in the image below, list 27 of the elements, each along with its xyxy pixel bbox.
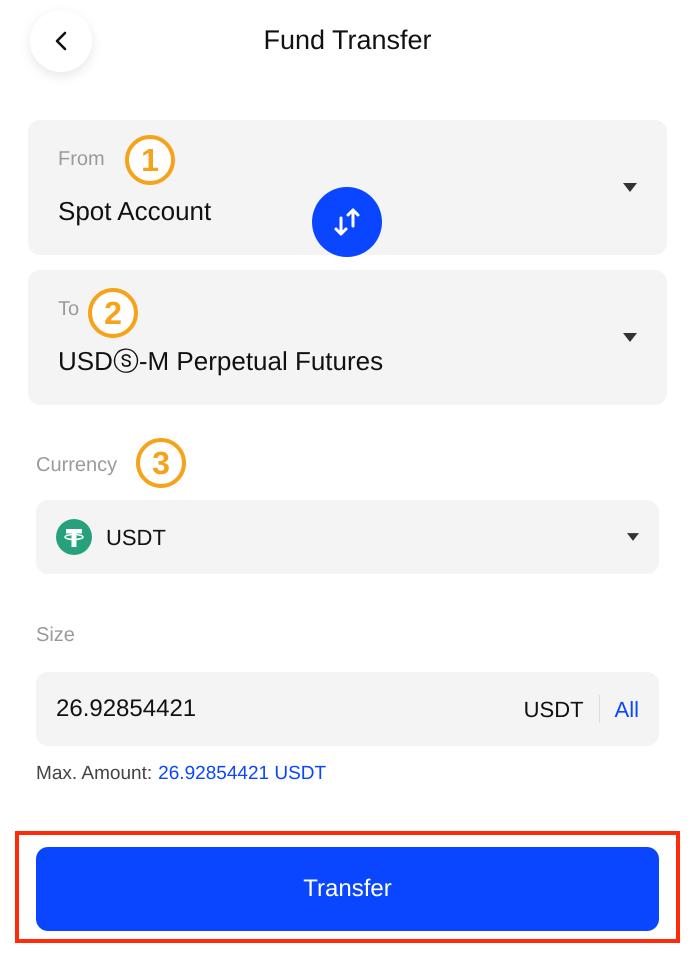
field-label: Size [36, 623, 76, 648]
amount-input[interactable]: 26.92854421 [56, 691, 524, 727]
account-name: USDⓢ-M Perpetual Futures [58, 345, 384, 378]
all-link[interactable]: All [614, 692, 639, 726]
back-icon [55, 31, 67, 51]
account-selector[interactable]: To USDⓢ-M Perpetual Futures 2 [28, 270, 667, 405]
amount-field[interactable]: 26.92854421 USDT All [36, 672, 659, 746]
dropdown-caret-icon [627, 533, 639, 541]
account-selector[interactable]: From Spot Account 1 [28, 120, 667, 255]
field-label: Currency [36, 454, 118, 476]
currency-selector[interactable]: USDT [36, 500, 659, 574]
step-number-badge: 3 [136, 438, 186, 488]
page-title: Fund Transfer [263, 24, 432, 57]
swap-arrows-icon [333, 206, 361, 238]
unit-label: USDT [524, 696, 584, 724]
dropdown-caret-icon [623, 333, 637, 342]
step-number-badge: 1 [125, 135, 175, 185]
field-label: To [58, 297, 80, 322]
field-label: From [58, 147, 105, 172]
max-amount-value: 26.92854421 USDT [158, 762, 326, 786]
dropdown-caret-icon [623, 183, 637, 192]
currency-name: USDT [106, 524, 167, 552]
account-name: Spot Account [58, 195, 212, 228]
step-number-badge: 2 [88, 288, 138, 338]
max-amount-label: Max. Amount: [36, 762, 152, 786]
coin-icon [56, 519, 92, 555]
transfer-button[interactable]: Transfer [36, 846, 659, 930]
